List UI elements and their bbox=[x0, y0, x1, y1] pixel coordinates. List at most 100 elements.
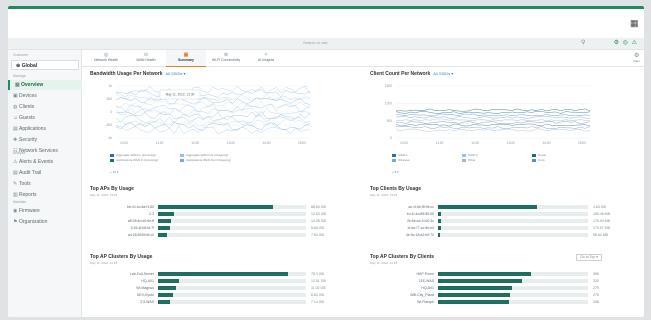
sidebar-item-alerts-events[interactable]: ⚠ Alerts & Events bbox=[8, 157, 82, 167]
tab-summary[interactable]: ▣ Summary bbox=[166, 50, 206, 67]
x-tick-label: 12:00 bbox=[471, 141, 479, 145]
sidebar-item-firmware[interactable]: ◉ Firmware bbox=[8, 206, 82, 216]
legend-item-wireless[interactable]: Wireless bbox=[392, 158, 410, 162]
bar-row[interactable]: 2e:6b:a4:1f:d0:3c 175.94 MB bbox=[370, 219, 634, 224]
bar-row[interactable]: HKP-Pomo 355 bbox=[370, 272, 634, 277]
series-line bbox=[395, 111, 591, 114]
sidebar-item-overview[interactable]: ▦Overview bbox=[8, 80, 82, 90]
x-tick-label: 12:00 bbox=[191, 141, 199, 145]
series-line bbox=[115, 125, 311, 135]
bar-fill bbox=[438, 219, 441, 223]
legend-item-guest[interactable]: Guest bbox=[532, 153, 546, 157]
sidebar-item-clients[interactable]: ◍ Clients bbox=[8, 102, 82, 112]
bar-fill bbox=[158, 279, 179, 283]
tab-wi-fi-connectivity[interactable]: ⊚ Wi-Fi Connectivity bbox=[206, 50, 246, 67]
bar-row[interactable]: b4:1f:4d:88:85:55 180.48 MB bbox=[370, 212, 634, 217]
bar-track bbox=[438, 300, 588, 304]
bar-row[interactable]: a8:28:4b:d0:6e:ff 10.28 GB bbox=[90, 219, 350, 224]
sidebar-item-security[interactable]: ✚ Security bbox=[8, 135, 82, 145]
bar-value: 11.02 GB bbox=[311, 286, 326, 290]
tab-ai-insights[interactable]: ✧ AI Insights bbox=[246, 50, 286, 67]
legend-item-corp[interactable]: Corp bbox=[532, 158, 545, 162]
bar-label: 2.3 bbox=[149, 212, 154, 216]
client-count-network-select[interactable]: All SSIDs ▾ bbox=[433, 71, 453, 76]
search-input[interactable]: Search or ask bbox=[303, 40, 328, 45]
sidebar-item-devices[interactable]: ▣Devices bbox=[8, 91, 82, 101]
bar-row[interactable]: DEV-Kyoto 8.84 GB bbox=[90, 293, 350, 298]
tab-wan-health[interactable]: ⊙ WAN Health bbox=[126, 50, 166, 67]
x-tick-label: 13:00 bbox=[507, 141, 515, 145]
bar-row[interactable]: a4:26:8f:59:6f:c0 7.54 GB bbox=[90, 233, 350, 238]
bar-value: 98.64 MB bbox=[593, 233, 608, 237]
bar-label: Wi-Flarspe bbox=[417, 300, 434, 304]
bar-row[interactable]: 21E-WAS 320 bbox=[370, 279, 634, 284]
series-line bbox=[115, 114, 311, 124]
bar-row[interactable]: Wifi-City_Plaza 275 bbox=[370, 293, 634, 298]
bar-row[interactable]: 5.26:4f:b6:fd:7f 9.65 GB bbox=[90, 226, 350, 231]
bar-row[interactable]: 2.3 12.63 GB bbox=[90, 212, 350, 217]
legend-item-other[interactable]: Other bbox=[462, 158, 476, 162]
filter-button[interactable]: ⚙ Filter bbox=[633, 52, 640, 63]
site-label: Global bbox=[21, 63, 38, 69]
legend-item-applications-wan-out-outgoing[interactable]: Applications WAN Out (Outgoing) bbox=[180, 158, 231, 162]
sidebar-caption-analyze: Analyze bbox=[13, 151, 26, 155]
bar-row[interactable]: HQ-A01 12.51 GB bbox=[90, 279, 350, 284]
y-tick-label: 1k bbox=[109, 84, 113, 88]
go-to-top-button[interactable]: Go to Top ▾ bbox=[576, 254, 602, 261]
bar-row[interactable]: Wi-Flarspe 268 bbox=[370, 300, 634, 305]
sidebar-item-tools[interactable]: ✎ Tools bbox=[8, 179, 82, 189]
chart-tooltip-text: May 11, 2022, 13:30 bbox=[166, 93, 195, 97]
legend-item-ssid-1[interactable]: SSID-1 bbox=[392, 153, 408, 157]
bar-row[interactable]: Wi-Magnus 11.02 GB bbox=[90, 286, 350, 291]
series-line bbox=[395, 113, 591, 117]
search-icon[interactable]: ⚲ bbox=[581, 39, 585, 46]
bar-row[interactable]: Lab-Full-Server 78.3 GB bbox=[90, 272, 350, 277]
bar-row[interactable]: 4e:5c:18:a2:b9:70 98.64 MB bbox=[370, 233, 634, 238]
legend-item-ssid-2[interactable]: SSID-2 bbox=[462, 153, 478, 157]
bar-row[interactable]: ac:1f:6b:f8:9e:cc 4.63 GB bbox=[370, 205, 634, 210]
x-tick-label: 14:00 bbox=[542, 141, 550, 145]
legend-label: Guest bbox=[538, 153, 547, 157]
bar-value: 10.28 GB bbox=[311, 219, 326, 223]
legend-label: Applications WAN Out (Outgoing) bbox=[186, 158, 231, 162]
client-count-line-chart: 1500 1000 500 0 10:00 11:00 12:00 13:00 14:00 15:… bbox=[385, 84, 591, 145]
legend-label: Aggregate WAN In (Incoming) bbox=[116, 153, 156, 157]
sidebar-item-audit-trail[interactable]: ▤Audit Trail bbox=[8, 168, 82, 178]
bar-row[interactable]: 2'3-WAS 7.14 GB bbox=[90, 300, 350, 305]
header-actions[interactable]: ⚙ ◎ ⚠ bbox=[614, 39, 638, 46]
top-aps-panel: Top APs By Usage May 11, 2022, 13:15 bb:… bbox=[90, 186, 350, 246]
top-bar: ▦ bbox=[8, 9, 644, 38]
y-tick-label: 1500 bbox=[385, 84, 392, 88]
bar-row[interactable]: 1f:da:77:cc:5e:e4 170.57 MB bbox=[370, 226, 634, 231]
bar-value: 12.63 GB bbox=[311, 212, 326, 216]
bar-track bbox=[438, 205, 588, 209]
bar-label: 5.26:4f:b6:fd:7f bbox=[130, 226, 154, 230]
client-count-legend: SSID-1 SSID-2 Guest Wireless Other Corp bbox=[392, 153, 592, 169]
filter-icon: ⚙ bbox=[633, 53, 640, 59]
series-line bbox=[395, 116, 591, 119]
bar-track bbox=[438, 293, 588, 297]
sidebar-caption-manage: Manage bbox=[13, 74, 26, 78]
x-tick-label: 10:00 bbox=[120, 141, 128, 145]
client-count-legend-more[interactable]: + 5 ▾ bbox=[392, 170, 399, 174]
bar-track bbox=[158, 233, 306, 237]
bar-row[interactable]: HQ-A01 279 bbox=[370, 286, 634, 291]
apps-grid-icon[interactable]: ▦ bbox=[630, 19, 639, 28]
site-selector[interactable]: ⊕ Global bbox=[11, 60, 79, 70]
bandwidth-network-select[interactable]: All SSIDs ▾ bbox=[166, 71, 186, 76]
series-line bbox=[395, 128, 591, 132]
legend-item-aggregate-wan-in-incoming[interactable]: Aggregate WAN In (Incoming) bbox=[110, 153, 156, 157]
sidebar-item-applications[interactable]: ▤Applications bbox=[8, 124, 82, 134]
sidebar-item-organization[interactable]: ⚑ Organization bbox=[8, 217, 82, 227]
bar-value: 175.94 MB bbox=[593, 219, 610, 223]
tab-network-health[interactable]: ◎ Network Health bbox=[86, 50, 126, 67]
sidebar-item-label: Firmware bbox=[19, 208, 40, 214]
sidebar-item-reports[interactable]: ▥Reports bbox=[8, 190, 82, 200]
legend-item-applications-wan-in-incoming[interactable]: Applications WAN In (Incoming) bbox=[110, 158, 158, 162]
sidebar-item-guests[interactable]: ☺Guests bbox=[8, 113, 82, 123]
bandwidth-legend-more[interactable]: + 12 ▾ bbox=[110, 170, 118, 174]
bar-track bbox=[438, 226, 588, 230]
legend-item-aggregate-wan-out-outgoing[interactable]: Aggregate WAN Out (Outgoing) bbox=[180, 153, 228, 157]
tab-label: WAN Health bbox=[136, 58, 156, 62]
bar-row[interactable]: bb:41:cc:6a:f1:80 88.64 GB bbox=[90, 205, 350, 210]
